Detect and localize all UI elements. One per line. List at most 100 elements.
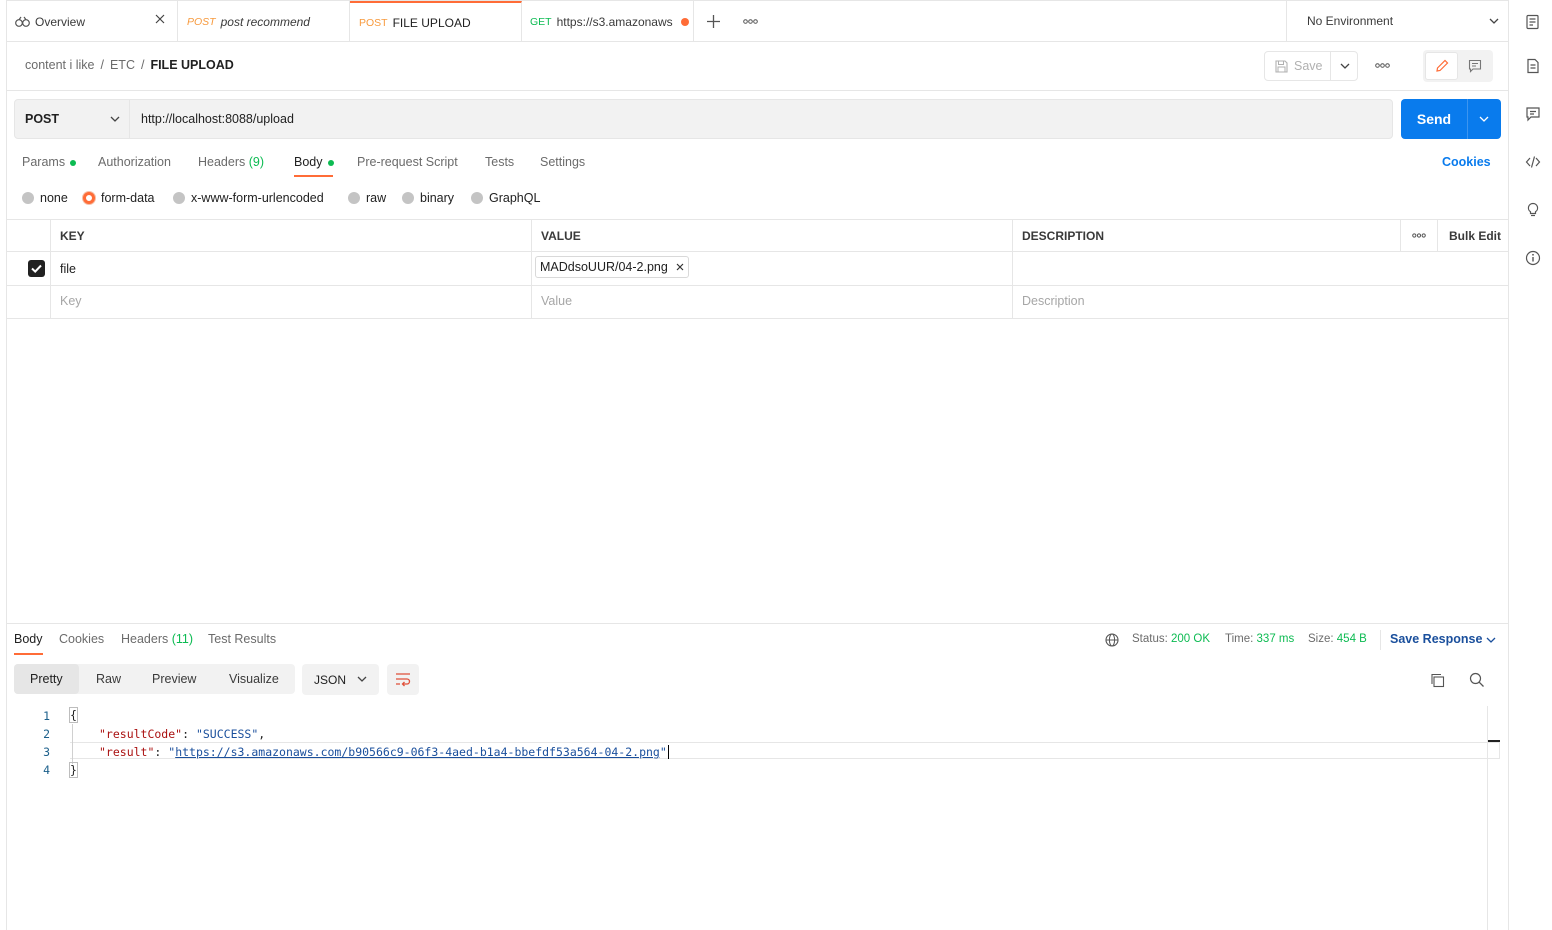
chevron-down-icon[interactable] xyxy=(1340,63,1350,70)
breadcrumb-separator: / xyxy=(100,58,104,72)
tab-bar: Overview POST post recommend POST FILE U… xyxy=(6,0,1508,42)
response-tab-headers[interactable]: Headers (11) xyxy=(121,632,193,646)
column-header-value: VALUE xyxy=(541,229,581,243)
wrap-icon xyxy=(395,672,411,687)
save-response-button[interactable]: Save Response xyxy=(1390,632,1482,646)
tab-label: post recommend xyxy=(220,14,310,29)
file-name: MADdsoUUR/04-2.png xyxy=(540,260,668,274)
size-readout: Size: 454 B xyxy=(1308,633,1367,645)
save-button[interactable]: Save xyxy=(1264,51,1358,81)
breadcrumb: content i like / ETC / FILE UPLOAD xyxy=(25,58,234,72)
cookies-link[interactable]: Cookies xyxy=(1442,155,1491,169)
radio-label: binary xyxy=(420,191,455,205)
scroll-marker xyxy=(1488,740,1500,742)
copy-icon[interactable] xyxy=(1430,673,1445,688)
environment-select[interactable]: No Environment xyxy=(1286,0,1508,42)
view-mode-pretty[interactable]: Pretty xyxy=(14,664,79,694)
json-key: "result" xyxy=(99,745,155,759)
tab-prerequest-script[interactable]: Pre-request Script xyxy=(357,155,458,169)
send-button[interactable]: Send xyxy=(1401,99,1501,139)
status-label: Status: xyxy=(1132,633,1168,645)
close-icon[interactable] xyxy=(155,14,165,24)
info-icon[interactable] xyxy=(1525,250,1541,266)
view-mode-visualize[interactable]: Visualize xyxy=(229,664,279,694)
chevron-down-icon xyxy=(110,116,120,123)
active-tab-underline xyxy=(14,653,43,655)
breadcrumb-request[interactable]: FILE UPLOAD xyxy=(150,58,233,72)
globe-icon[interactable] xyxy=(1105,633,1119,647)
search-icon[interactable] xyxy=(1469,672,1485,688)
value-input[interactable]: Value xyxy=(541,294,572,308)
json-url-link[interactable]: https://s3.amazonaws.com/b90566c9-06f3-4… xyxy=(175,745,660,759)
bulk-edit-link[interactable]: Bulk Edit xyxy=(1449,229,1501,243)
tab-file-upload[interactable]: POST FILE UPLOAD xyxy=(350,1,522,42)
breadcrumb-folder[interactable]: ETC xyxy=(110,58,135,72)
chevron-down-icon[interactable] xyxy=(1486,637,1496,644)
url-input[interactable]: http://localhost:8088/upload xyxy=(129,99,1393,139)
workspace-icon[interactable] xyxy=(1525,14,1541,30)
radio-binary[interactable]: binary xyxy=(402,191,454,205)
tab-settings[interactable]: Settings xyxy=(540,155,585,169)
send-label: Send xyxy=(1401,99,1468,139)
response-tab-body[interactable]: Body xyxy=(14,632,43,646)
documentation-icon[interactable] xyxy=(1525,58,1541,74)
column-header-key: KEY xyxy=(60,229,85,243)
environment-label: No Environment xyxy=(1307,14,1394,28)
radio-form-data[interactable]: form-data xyxy=(83,191,155,205)
response-tab-test-results[interactable]: Test Results xyxy=(208,632,276,646)
code-icon[interactable] xyxy=(1525,154,1541,170)
tab-params[interactable]: Params xyxy=(22,155,77,169)
active-tab-underline xyxy=(294,175,333,177)
view-mode-raw[interactable]: Raw xyxy=(96,664,121,694)
headers-count: (11) xyxy=(171,632,194,646)
status-readout: Status: 200 OK xyxy=(1132,633,1210,645)
radio-graphql[interactable]: GraphQL xyxy=(471,191,540,205)
file-chip[interactable]: MADdsoUUR/04-2.png xyxy=(535,256,689,278)
more-columns-icon[interactable] xyxy=(1412,233,1426,238)
new-tab-plus-icon[interactable] xyxy=(707,15,720,28)
tab-headers-label: Headers xyxy=(198,155,246,169)
view-mode-preview[interactable]: Preview xyxy=(152,664,196,694)
comment-mode-icon[interactable] xyxy=(1468,59,1482,73)
edit-mode-button[interactable] xyxy=(1425,52,1458,80)
breadcrumb-collection[interactable]: content i like xyxy=(25,58,94,72)
more-tabs-icon[interactable] xyxy=(743,19,758,24)
chevron-down-icon xyxy=(1489,18,1499,25)
key-input[interactable]: Key xyxy=(60,294,82,308)
radio-raw[interactable]: raw xyxy=(348,191,386,205)
view-mode-group: Pretty Raw Preview Visualize xyxy=(14,664,295,694)
response-tab-headers-label: Headers xyxy=(121,632,169,646)
size-value: 454 B xyxy=(1336,633,1367,645)
radio-none[interactable]: none xyxy=(22,191,68,205)
line-number: 1 xyxy=(43,709,50,723)
more-actions-icon[interactable] xyxy=(1375,63,1390,68)
radio-circle xyxy=(22,192,34,204)
row-key[interactable]: file xyxy=(60,262,76,276)
chevron-down-icon[interactable] xyxy=(1479,116,1489,123)
tab-get-s3[interactable]: GET https://s3.amazonaws xyxy=(522,1,694,42)
response-tab-cookies[interactable]: Cookies xyxy=(59,632,104,646)
tab-tests[interactable]: Tests xyxy=(485,155,514,169)
lightbulb-icon[interactable] xyxy=(1525,202,1541,218)
comments-icon[interactable] xyxy=(1525,106,1541,122)
tab-authorization[interactable]: Authorization xyxy=(98,155,171,169)
line-number: 4 xyxy=(43,763,50,777)
tab-body[interactable]: Body xyxy=(294,155,334,169)
size-label: Size: xyxy=(1308,633,1334,645)
json-key: "resultCode" xyxy=(99,727,183,741)
format-select[interactable]: JSON xyxy=(302,664,379,695)
radio-x-www-form-urlencoded[interactable]: x-www-form-urlencoded xyxy=(173,191,324,205)
row-checkbox[interactable] xyxy=(28,260,45,277)
left-border xyxy=(6,0,7,930)
close-icon[interactable] xyxy=(676,263,684,271)
wrap-lines-button[interactable] xyxy=(387,664,419,695)
tab-post-recommend[interactable]: POST post recommend xyxy=(178,1,350,42)
save-icon xyxy=(1275,59,1288,73)
radio-label: none xyxy=(40,191,68,205)
method-select[interactable]: POST xyxy=(14,99,130,139)
tab-headers[interactable]: Headers (9) xyxy=(198,155,264,169)
table-border xyxy=(1400,219,1401,252)
tab-overview[interactable]: Overview xyxy=(6,1,178,42)
divider xyxy=(1380,630,1381,650)
description-input[interactable]: Description xyxy=(1022,294,1085,308)
